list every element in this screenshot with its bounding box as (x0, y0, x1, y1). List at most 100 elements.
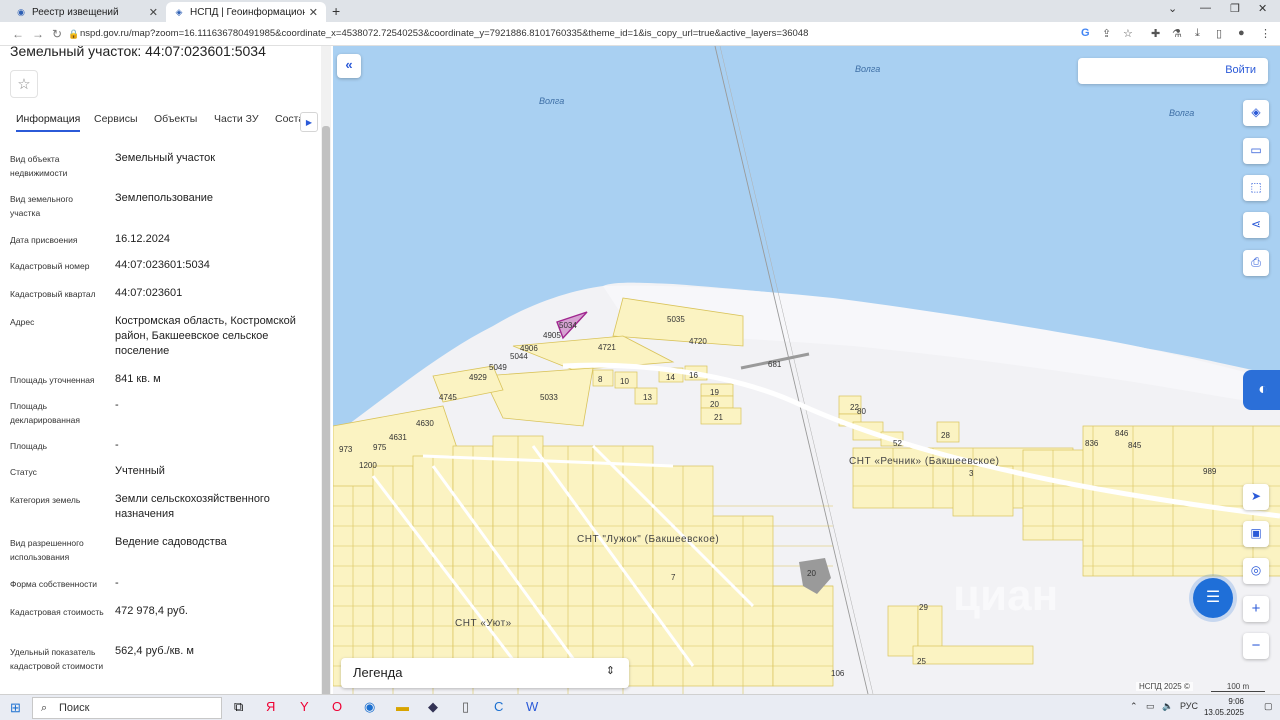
plot-label: 4721 (598, 343, 616, 352)
google-icon[interactable]: G (1081, 27, 1090, 39)
river-label-3: Волга (1169, 108, 1194, 118)
profile-icon[interactable]: ● (1238, 27, 1245, 39)
document-icon[interactable]: ▯ (462, 699, 469, 715)
sidepanel-icon[interactable]: ▯ (1216, 27, 1222, 40)
scale-bar: 100 m (1211, 682, 1265, 692)
plot-label: 7 (671, 573, 676, 582)
notifications-icon[interactable]: ▢ (1264, 701, 1273, 712)
forward-icon[interactable]: → (32, 27, 44, 41)
login-button[interactable]: Войти (1078, 58, 1268, 84)
yandex-browser-icon[interactable]: Y (300, 699, 309, 714)
windows-start-icon[interactable]: ⊞ (10, 700, 21, 716)
label-status: Статус (10, 467, 37, 477)
tab-information[interactable]: Информация (16, 113, 81, 132)
tab-title: Реестр извещений (32, 6, 119, 18)
search-icon: ⌕ (41, 702, 48, 714)
tab-parts[interactable]: Части ЗУ (214, 113, 259, 125)
download-icon[interactable]: ⤓ (1195, 27, 1200, 40)
layers-icon[interactable]: ◈ (1243, 100, 1269, 126)
central-plots (592, 365, 960, 447)
browser-app-icon[interactable]: ◉ (364, 699, 375, 715)
zoom-out-icon[interactable]: − (1243, 633, 1269, 659)
tab-list-icon[interactable]: ⌄ (1168, 2, 1177, 15)
plot-label: 5044 (510, 352, 528, 361)
chrome-app-icon[interactable]: C (494, 699, 503, 714)
label-land-category: Категория земель (10, 495, 81, 505)
taskbar-search[interactable]: ⌕ Поиск (32, 697, 222, 719)
locate-icon[interactable]: ➤ (1243, 484, 1269, 510)
plot-label: 975 (373, 443, 387, 452)
maximize-icon[interactable]: ❐ (1230, 2, 1240, 15)
zoom-in-icon[interactable]: + (1243, 596, 1269, 622)
parcel-title: Земельный участок: 44:07:023601:5034 (10, 46, 266, 59)
tabs-scroll-right-icon[interactable]: ▶ (300, 112, 318, 132)
bookmark-star-icon[interactable]: ☆ (1123, 27, 1133, 40)
tab-services[interactable]: Сервисы (94, 113, 138, 125)
app-badge-icon[interactable]: ◐ (1243, 370, 1280, 410)
browser-tab-nspd[interactable]: ◈ НСПД | Геоинформационный п ✕ (166, 2, 326, 22)
lock-icon[interactable]: 🔒 (68, 29, 79, 40)
object-info-panel: Земельный участок: 44:07:023601:5034 ☆ И… (0, 46, 332, 694)
print-icon[interactable]: ⎙ (1243, 250, 1269, 276)
back-icon[interactable]: ← (12, 27, 24, 41)
plot-label: 5034 (559, 321, 577, 330)
yandex-icon[interactable]: Я (266, 699, 275, 714)
opera-icon[interactable]: O (332, 699, 342, 714)
label-area-declared: Площадь декларированная (10, 401, 80, 425)
value-address: Костромская область, Костромской район, … (115, 315, 296, 357)
share-icon[interactable]: ⋖ (1243, 212, 1269, 238)
plot-label: 52 (893, 439, 902, 448)
word-icon[interactable]: W (526, 699, 538, 714)
close-tab-icon[interactable]: ✕ (309, 6, 318, 19)
geo-icon[interactable]: ◎ (1243, 558, 1269, 584)
panel-tabs: Информация Сервисы Объекты Части ЗУ Сост… (0, 112, 322, 134)
tab-objects[interactable]: Объекты (154, 113, 197, 125)
minimize-icon[interactable]: — (1200, 2, 1211, 14)
map-canvas[interactable]: Волга Волга Волга СНТ «Речник» (Бакшеевс… (333, 46, 1280, 694)
nspd-icon: ◈ (175, 7, 183, 17)
volume-icon[interactable]: 🔈 (1162, 701, 1173, 712)
address-bar: ← → ↻ 🔒 nspd.gov.ru/map?zoom=16.11163678… (0, 22, 1280, 46)
cadastral-map[interactable]: Волга Волга Волга СНТ «Речник» (Бакшеевс… (333, 46, 1280, 694)
language-indicator[interactable]: РУС (1180, 701, 1198, 711)
fullscreen-icon[interactable]: ▣ (1243, 521, 1269, 547)
share-page-icon[interactable]: ⇪ (1102, 27, 1111, 40)
url-field[interactable]: nspd.gov.ru/map?zoom=16.111636780491985&… (80, 28, 808, 39)
value-permitted-use: Ведение садоводства (115, 536, 227, 548)
plot-label: 4720 (689, 337, 707, 346)
value-cadastral-quarter: 44:07:023601 (115, 287, 183, 299)
app-icon[interactable]: ◆ (428, 699, 438, 715)
chat-icon[interactable]: ☰ (1193, 578, 1233, 618)
favorite-star-icon[interactable]: ☆ (10, 70, 38, 98)
clock[interactable]: 9:06 13.05.2025 (1198, 696, 1244, 718)
value-ownership: - (115, 577, 119, 589)
plot-label: 989 (1203, 467, 1217, 476)
network-icon[interactable]: ▭ (1146, 701, 1155, 712)
plot-label: 25 (917, 657, 926, 666)
plot-label: 20 (807, 569, 816, 578)
plot-label: 19 (710, 388, 719, 397)
plot-label: 4631 (389, 433, 407, 442)
plot-label: 4745 (439, 393, 457, 402)
flask-icon[interactable]: ⚗ (1172, 27, 1182, 40)
select-area-icon[interactable]: ⬚ (1243, 175, 1269, 201)
new-tab-icon[interactable]: + (332, 3, 340, 19)
close-tab-icon[interactable]: ✕ (149, 6, 158, 19)
plot-label: 28 (941, 431, 950, 440)
river-label-1: Волга (539, 96, 564, 106)
menu-dots-icon[interactable]: ⋮ (1260, 27, 1271, 40)
label-parcel-kind: Вид земельного участка (10, 194, 74, 218)
plot-label: 845 (1128, 441, 1142, 450)
legend-button[interactable]: Легенда ⇕ (341, 658, 629, 688)
panel-scrollbar[interactable] (322, 126, 330, 694)
reload-icon[interactable]: ↻ (52, 27, 62, 41)
tray-chevron-icon[interactable]: ⌃ (1130, 701, 1138, 712)
task-view-icon[interactable]: ⧉ (234, 699, 243, 715)
value-status: Учтенный (115, 465, 165, 477)
ruler-icon[interactable]: ▭ (1243, 138, 1269, 164)
close-window-icon[interactable]: ✕ (1258, 2, 1267, 15)
collapse-panel-icon[interactable]: « (337, 54, 361, 78)
file-explorer-icon[interactable]: ▬ (396, 699, 409, 714)
browser-tab-registry[interactable]: ◉ Реестр извещений ✕ (8, 2, 166, 22)
extensions-icon[interactable]: ✚ (1151, 27, 1160, 40)
